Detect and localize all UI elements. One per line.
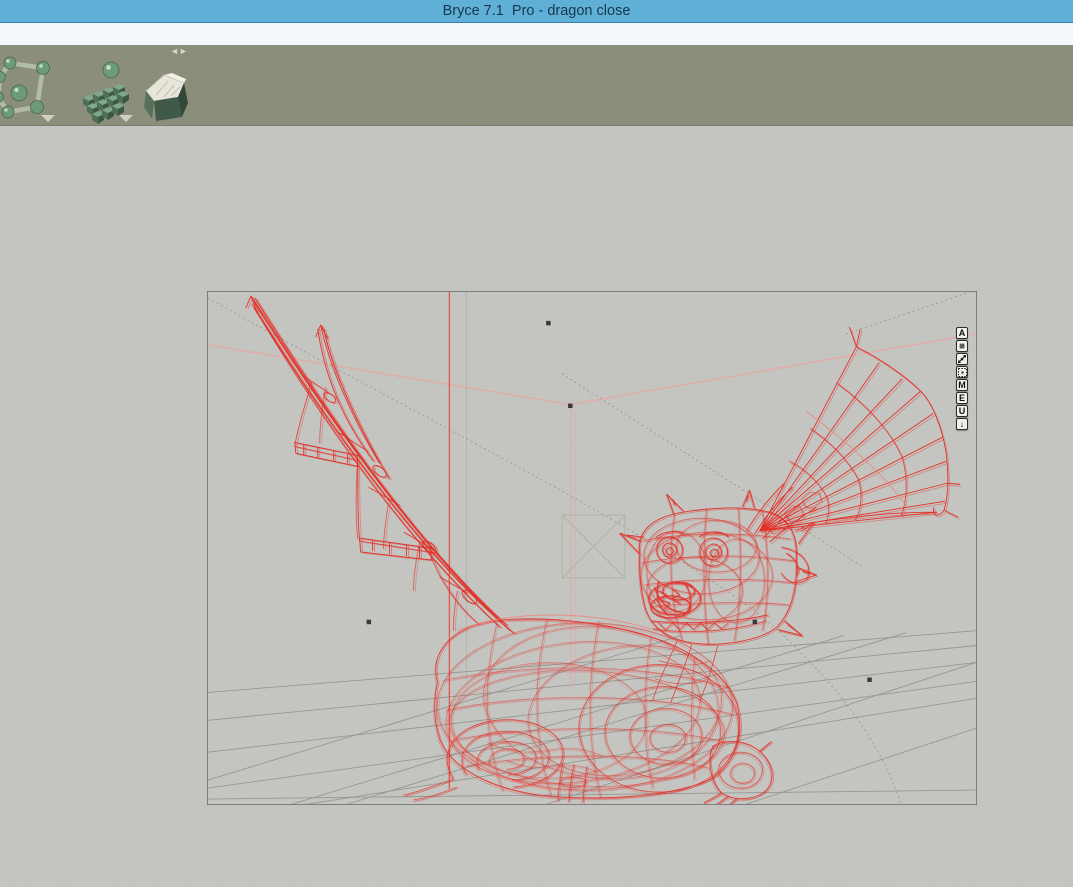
material-button[interactable]: M xyxy=(956,379,968,391)
attributes-button[interactable]: A xyxy=(956,327,968,339)
menu-strip xyxy=(0,23,1073,46)
workspace: A ■ M E U ↓ xyxy=(0,126,1073,887)
smooth-button[interactable]: U xyxy=(956,405,968,417)
objects-palette-icon[interactable] xyxy=(0,54,58,122)
show-as-box-button[interactable]: ■ xyxy=(956,340,968,352)
stone-palette-icon[interactable] xyxy=(138,69,194,127)
window-title: Bryce 7.1 Pro - dragon close xyxy=(443,3,631,19)
window-titlebar[interactable]: Bryce 7.1 Pro - dragon close xyxy=(0,0,1073,23)
dropdown-arrow-icon[interactable] xyxy=(119,115,133,122)
dropdown-arrow-icon[interactable] xyxy=(41,115,55,122)
link-button[interactable] xyxy=(956,353,968,365)
drop-to-floor-button[interactable]: ↓ xyxy=(956,418,968,430)
scene-viewport[interactable] xyxy=(207,291,977,805)
dragon-wireframe[interactable] xyxy=(246,296,962,804)
create-palette-toolbar: ◄► xyxy=(0,45,1073,126)
edit-button[interactable]: E xyxy=(956,392,968,404)
link-icon xyxy=(958,355,966,363)
origin-point-button[interactable] xyxy=(956,366,968,378)
selection-handles[interactable] xyxy=(367,321,872,682)
palette-resize-icon[interactable]: ◄► xyxy=(170,46,188,56)
object-controls: A ■ M E U ↓ xyxy=(956,327,968,431)
origin-point-icon xyxy=(958,368,967,377)
bryce-window: Bryce 7.1 Pro - dragon close ◄► xyxy=(0,0,1073,887)
